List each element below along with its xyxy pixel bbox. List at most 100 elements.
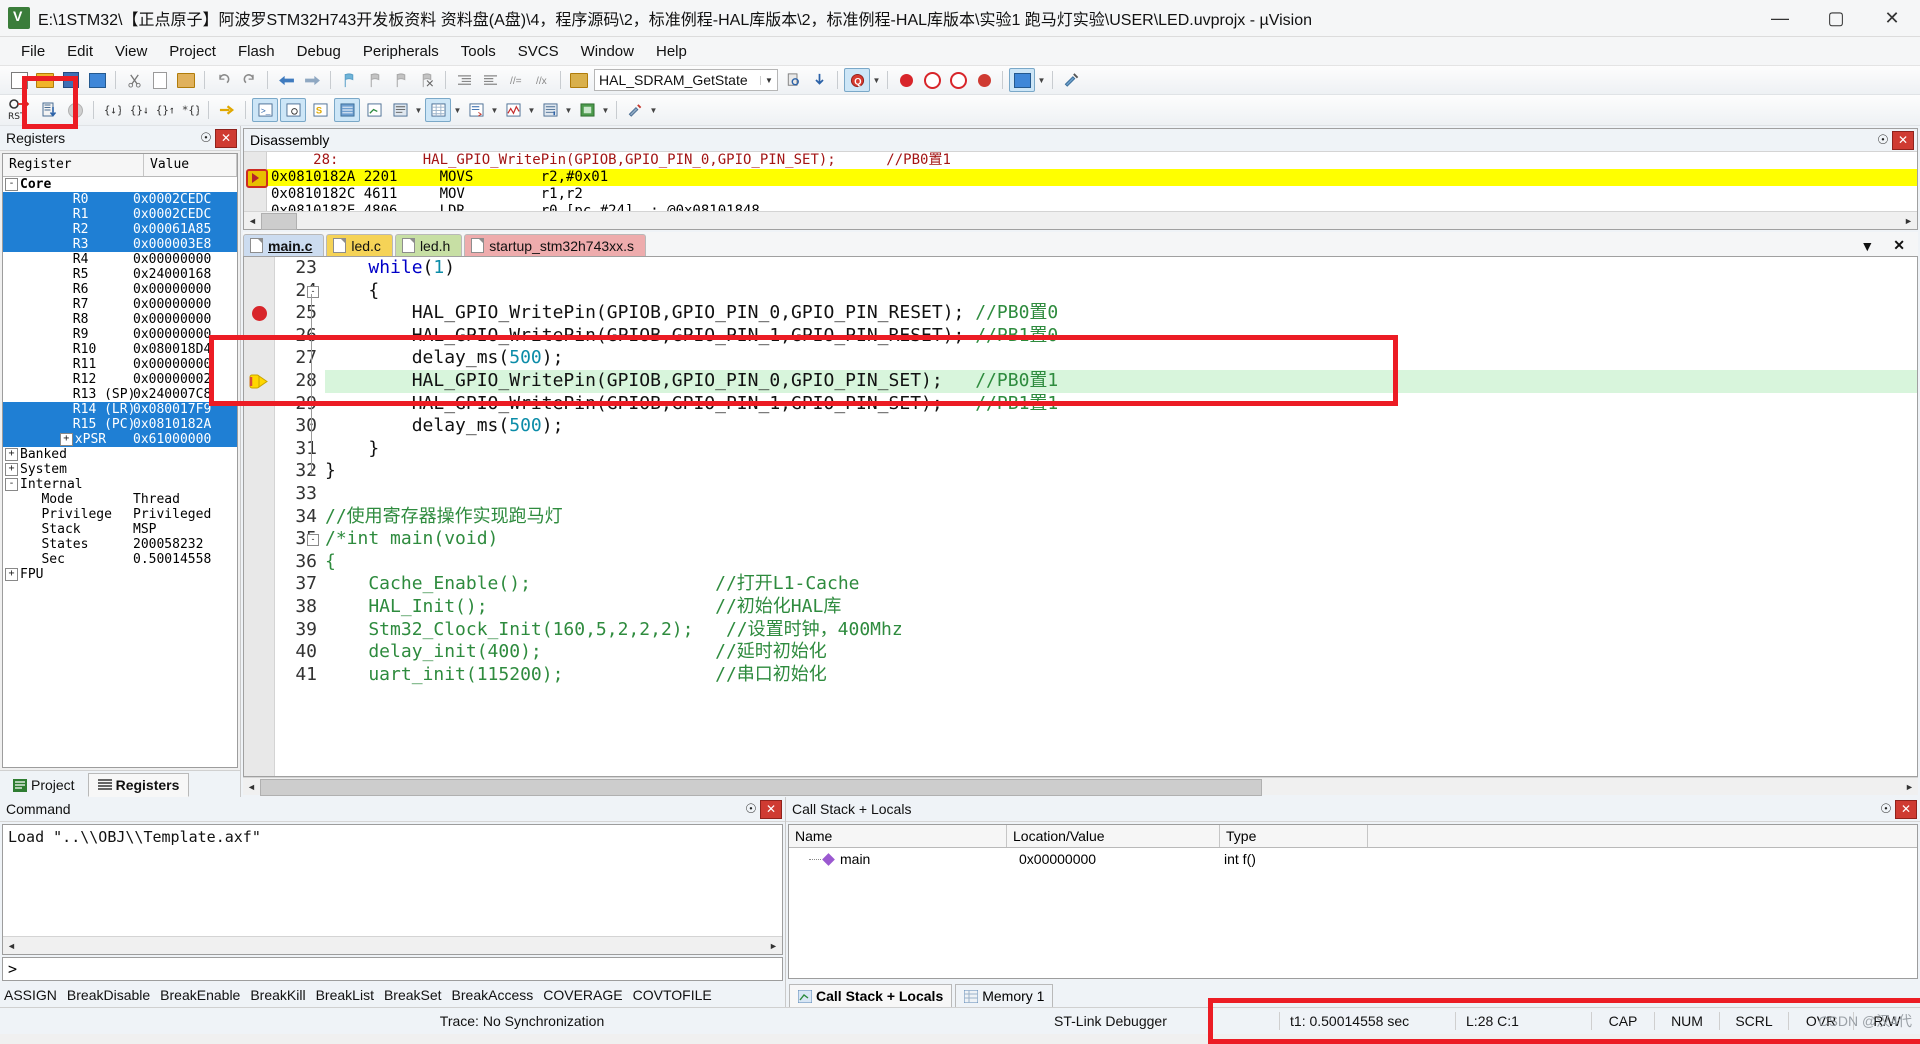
serial-window-icon[interactable] (464, 99, 488, 121)
watch-window-icon[interactable] (388, 99, 412, 121)
code-line[interactable]: delay_init(400); //延时初始化 (325, 641, 1917, 664)
toolbox-icon[interactable] (623, 99, 647, 121)
dock-tab-registers[interactable]: Registers (87, 773, 190, 797)
scroll-track[interactable] (261, 213, 1900, 230)
disable-breakpoint-icon[interactable] (946, 69, 970, 91)
code-line[interactable]: { (325, 551, 1917, 574)
call-stack-window-icon[interactable] (362, 99, 386, 121)
undo-icon[interactable] (211, 69, 235, 91)
open-file-icon[interactable] (33, 69, 57, 91)
register-row[interactable]: R5 0x24000168 (3, 267, 237, 282)
show-next-statement-icon[interactable] (215, 99, 239, 121)
comment-icon[interactable]: //= (504, 69, 528, 91)
system-viewer-icon[interactable] (575, 99, 599, 121)
close-button[interactable]: ✕ (1864, 0, 1920, 36)
close-icon[interactable]: ✕ (215, 128, 237, 148)
tab-main-c[interactable]: main.c (243, 234, 325, 256)
insert-breakpoint-icon[interactable] (894, 69, 918, 91)
call-stack-close-icon[interactable]: ✕ (1895, 799, 1917, 819)
stop-icon[interactable] (63, 99, 87, 121)
register-row[interactable]: R7 0x00000000 (3, 297, 237, 312)
menu-project[interactable]: Project (158, 40, 227, 63)
maximize-button[interactable]: ▢ (1808, 0, 1864, 36)
register-row[interactable]: R15 (PC) 0x0810182A (3, 417, 237, 432)
step-out-icon[interactable]: {}↑ (152, 99, 176, 121)
indent-left-icon[interactable] (478, 69, 502, 91)
scroll-right-icon[interactable]: ► (765, 938, 782, 953)
register-row[interactable]: Privilege Privileged (3, 507, 237, 522)
code-line[interactable] (325, 483, 1917, 506)
target-dropdown-icon[interactable]: ▼ (1036, 69, 1047, 91)
command-close-icon[interactable]: ✕ (760, 799, 782, 819)
code-line[interactable]: HAL_GPIO_WritePin(GPIOB,GPIO_PIN_1,GPIO_… (325, 325, 1917, 348)
tab-led-c[interactable]: led.c (326, 234, 393, 256)
start-stop-debug-icon[interactable]: Q (844, 68, 870, 92)
code-line[interactable]: /*int main(void) (325, 528, 1917, 551)
register-row[interactable]: R3 0x000003E8 (3, 237, 237, 252)
disassembly-line[interactable]: 0x0810182E 4806 LDR r0,[pc,#24] ; @0x081… (267, 203, 1917, 211)
register-row[interactable]: R2 0x00061A85 (3, 222, 237, 237)
command-pin-icon[interactable]: ☉ (742, 801, 760, 817)
scroll-left-icon[interactable]: ◄ (3, 938, 20, 953)
menu-view[interactable]: View (104, 40, 158, 63)
command-hscrollbar[interactable]: ◄ ► (3, 936, 782, 954)
register-row[interactable]: R8 0x00000000 (3, 312, 237, 327)
cmd-covtofile[interactable]: COVTOFILE (633, 987, 712, 1003)
disassembly-close-icon[interactable]: ✕ (1892, 130, 1914, 150)
chevron-down-icon[interactable]: ▼ (760, 75, 777, 85)
bottom-tab-memory[interactable]: Memory 1 (955, 984, 1054, 1007)
menu-svcs[interactable]: SVCS (507, 40, 570, 63)
kill-all-breakpoints-icon[interactable] (972, 69, 996, 91)
memory-dropdown-icon[interactable]: ▼ (452, 99, 463, 121)
register-row[interactable]: R9 0x00000000 (3, 327, 237, 342)
debug-dropdown-icon[interactable]: ▼ (871, 69, 882, 91)
minimize-button[interactable]: — (1752, 0, 1808, 36)
code-line[interactable]: } (325, 460, 1917, 483)
command-output-area[interactable]: Load "..\\OBJ\\Template.axf" ◄ ► (2, 824, 783, 955)
menu-peripherals[interactable]: Peripherals (352, 40, 450, 63)
command-input[interactable]: > (2, 957, 783, 981)
code-line[interactable]: //使用寄存器操作实现跑马灯 (325, 506, 1917, 529)
code-line[interactable]: while(1) (325, 257, 1917, 280)
cmd-breakset[interactable]: BreakSet (384, 987, 442, 1003)
menu-debug[interactable]: Debug (286, 40, 352, 63)
bookmark-next-icon[interactable] (389, 69, 413, 91)
scroll-right-icon[interactable]: ► (1901, 779, 1918, 794)
bottom-tab-call-stack[interactable]: Call Stack + Locals (789, 984, 953, 1007)
breakpoint-gutter[interactable] (244, 257, 275, 776)
tab-led-h[interactable]: led.h (394, 234, 463, 256)
register-row[interactable]: R0 0x0002CEDC (3, 192, 237, 207)
copy-icon[interactable] (148, 69, 172, 91)
serial-dropdown-icon[interactable]: ▼ (489, 99, 500, 121)
register-row[interactable]: R4 0x00000000 (3, 252, 237, 267)
register-row[interactable]: + Banked (3, 447, 237, 462)
bookmark-toggle-icon[interactable] (337, 69, 361, 91)
watch-dropdown-icon[interactable]: ▼ (413, 99, 424, 121)
disassembly-body[interactable]: 28: HAL_GPIO_WritePin(GPIOB,GPIO_PIN_0,G… (244, 152, 1917, 211)
disassembly-pin-icon[interactable]: ☉ (1874, 132, 1892, 148)
scroll-left-icon[interactable]: ◄ (244, 213, 261, 228)
editor-hscrollbar[interactable]: ◄ ► (243, 777, 1918, 796)
disassembly-line[interactable]: 0x0810182C 4611 MOV r1,r2 (267, 186, 1917, 203)
register-row[interactable]: R13 (SP) 0x240007C8 (3, 387, 237, 402)
trace-dropdown-icon[interactable]: ▼ (563, 99, 574, 121)
code-line[interactable]: Stm32_Clock_Init(160,5,2,2,2); //设置时钟，40… (325, 619, 1917, 642)
code-line[interactable]: HAL_GPIO_WritePin(GPIOB,GPIO_PIN_0,GPIO_… (325, 302, 1917, 325)
register-row[interactable]: - Core (3, 177, 237, 192)
menu-tools[interactable]: Tools (450, 40, 507, 63)
table-row[interactable]: main 0x00000000 int f() (789, 848, 1917, 870)
cmd-breakaccess[interactable]: BreakAccess (452, 987, 534, 1003)
redo-icon[interactable] (237, 69, 261, 91)
register-row[interactable]: R12 0x00000002 (3, 372, 237, 387)
dock-tab-project[interactable]: Project (3, 773, 85, 797)
register-row[interactable]: R14 (LR) 0x080017F9 (3, 402, 237, 417)
paste-icon[interactable] (174, 69, 198, 91)
register-row[interactable]: Sec 0.50014558 (3, 552, 237, 567)
symbols-window-icon[interactable]: S (308, 99, 332, 121)
menu-file[interactable]: File (10, 40, 56, 63)
code-fold-toggle-icon[interactable]: - (307, 534, 319, 547)
code-line[interactable]: { (325, 280, 1917, 303)
new-file-icon[interactable] (7, 69, 31, 91)
cmd-coverage[interactable]: COVERAGE (543, 987, 622, 1003)
register-row[interactable]: + System (3, 462, 237, 477)
